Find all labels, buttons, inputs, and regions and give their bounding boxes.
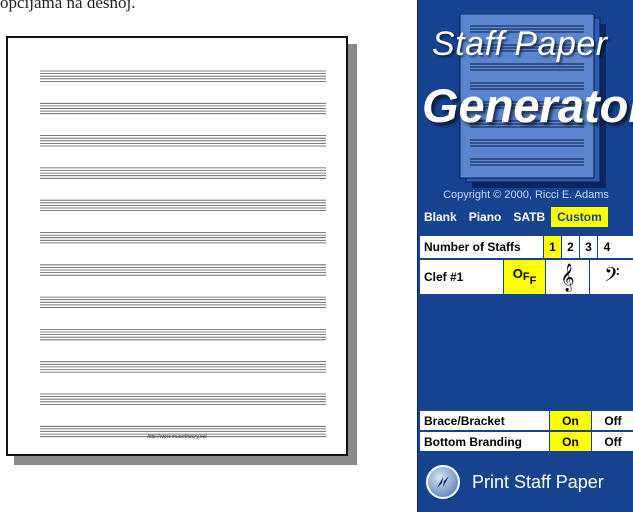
panel-header: Staff Paper Generator — [418, 0, 633, 196]
clef-row: Clef #1 OFF 𝄞 𝄢 — [420, 260, 633, 294]
print-icon — [426, 465, 460, 499]
brace-bracket-label: Brace/Bracket — [420, 411, 550, 430]
bottom-branding-off-button[interactable]: Off — [592, 432, 633, 451]
staffs-option-2[interactable]: 2 — [562, 236, 580, 258]
print-staff-paper-label: Print Staff Paper — [472, 471, 604, 492]
brace-bracket-row: Brace/Bracket On Off — [420, 411, 633, 430]
treble-clef-button[interactable]: 𝄞 — [546, 260, 590, 294]
app-title-line1: Staff Paper — [432, 25, 608, 63]
bottom-branding-row: Bottom Branding On Off — [420, 432, 633, 451]
bottom-branding-label: Bottom Branding — [420, 432, 550, 451]
preset-piano-button[interactable]: Piano — [463, 207, 508, 227]
preset-custom-button[interactable]: Custom — [551, 207, 608, 227]
print-staff-paper-button[interactable]: Print Staff Paper — [418, 452, 633, 512]
clef-off-button[interactable]: OFF — [504, 260, 546, 294]
page-caption: opcijama na desnoj. — [0, 0, 136, 12]
brace-bracket-on-button[interactable]: On — [550, 411, 592, 430]
number-of-staffs-row: Number of Staffs 1 2 3 4 — [420, 236, 633, 258]
staffs-option-4[interactable]: 4 — [598, 236, 616, 258]
brace-bracket-off-button[interactable]: Off — [592, 411, 633, 430]
generator-panel: Staff Paper Generator Copyright © 2000, … — [417, 0, 633, 512]
number-of-staffs-label: Number of Staffs — [420, 236, 544, 258]
preset-bar: Blank Piano SATB Custom — [418, 206, 633, 228]
preset-satb-button[interactable]: SATB — [507, 207, 551, 227]
staff-paper-preview: http://www.musictheory.net — [6, 36, 348, 456]
staffs-option-1[interactable]: 1 — [544, 236, 562, 258]
options-spacer — [420, 296, 633, 406]
app-title-line2: Generator — [422, 79, 633, 132]
bass-clef-button[interactable]: 𝄢 — [590, 260, 633, 294]
staffs-option-3[interactable]: 3 — [580, 236, 598, 258]
paper-url: http://www.musictheory.net — [147, 434, 207, 440]
bottom-branding-on-button[interactable]: On — [550, 432, 592, 451]
preset-blank-button[interactable]: Blank — [418, 207, 463, 227]
staff-lines — [40, 70, 326, 438]
clef-label: Clef #1 — [420, 260, 504, 294]
